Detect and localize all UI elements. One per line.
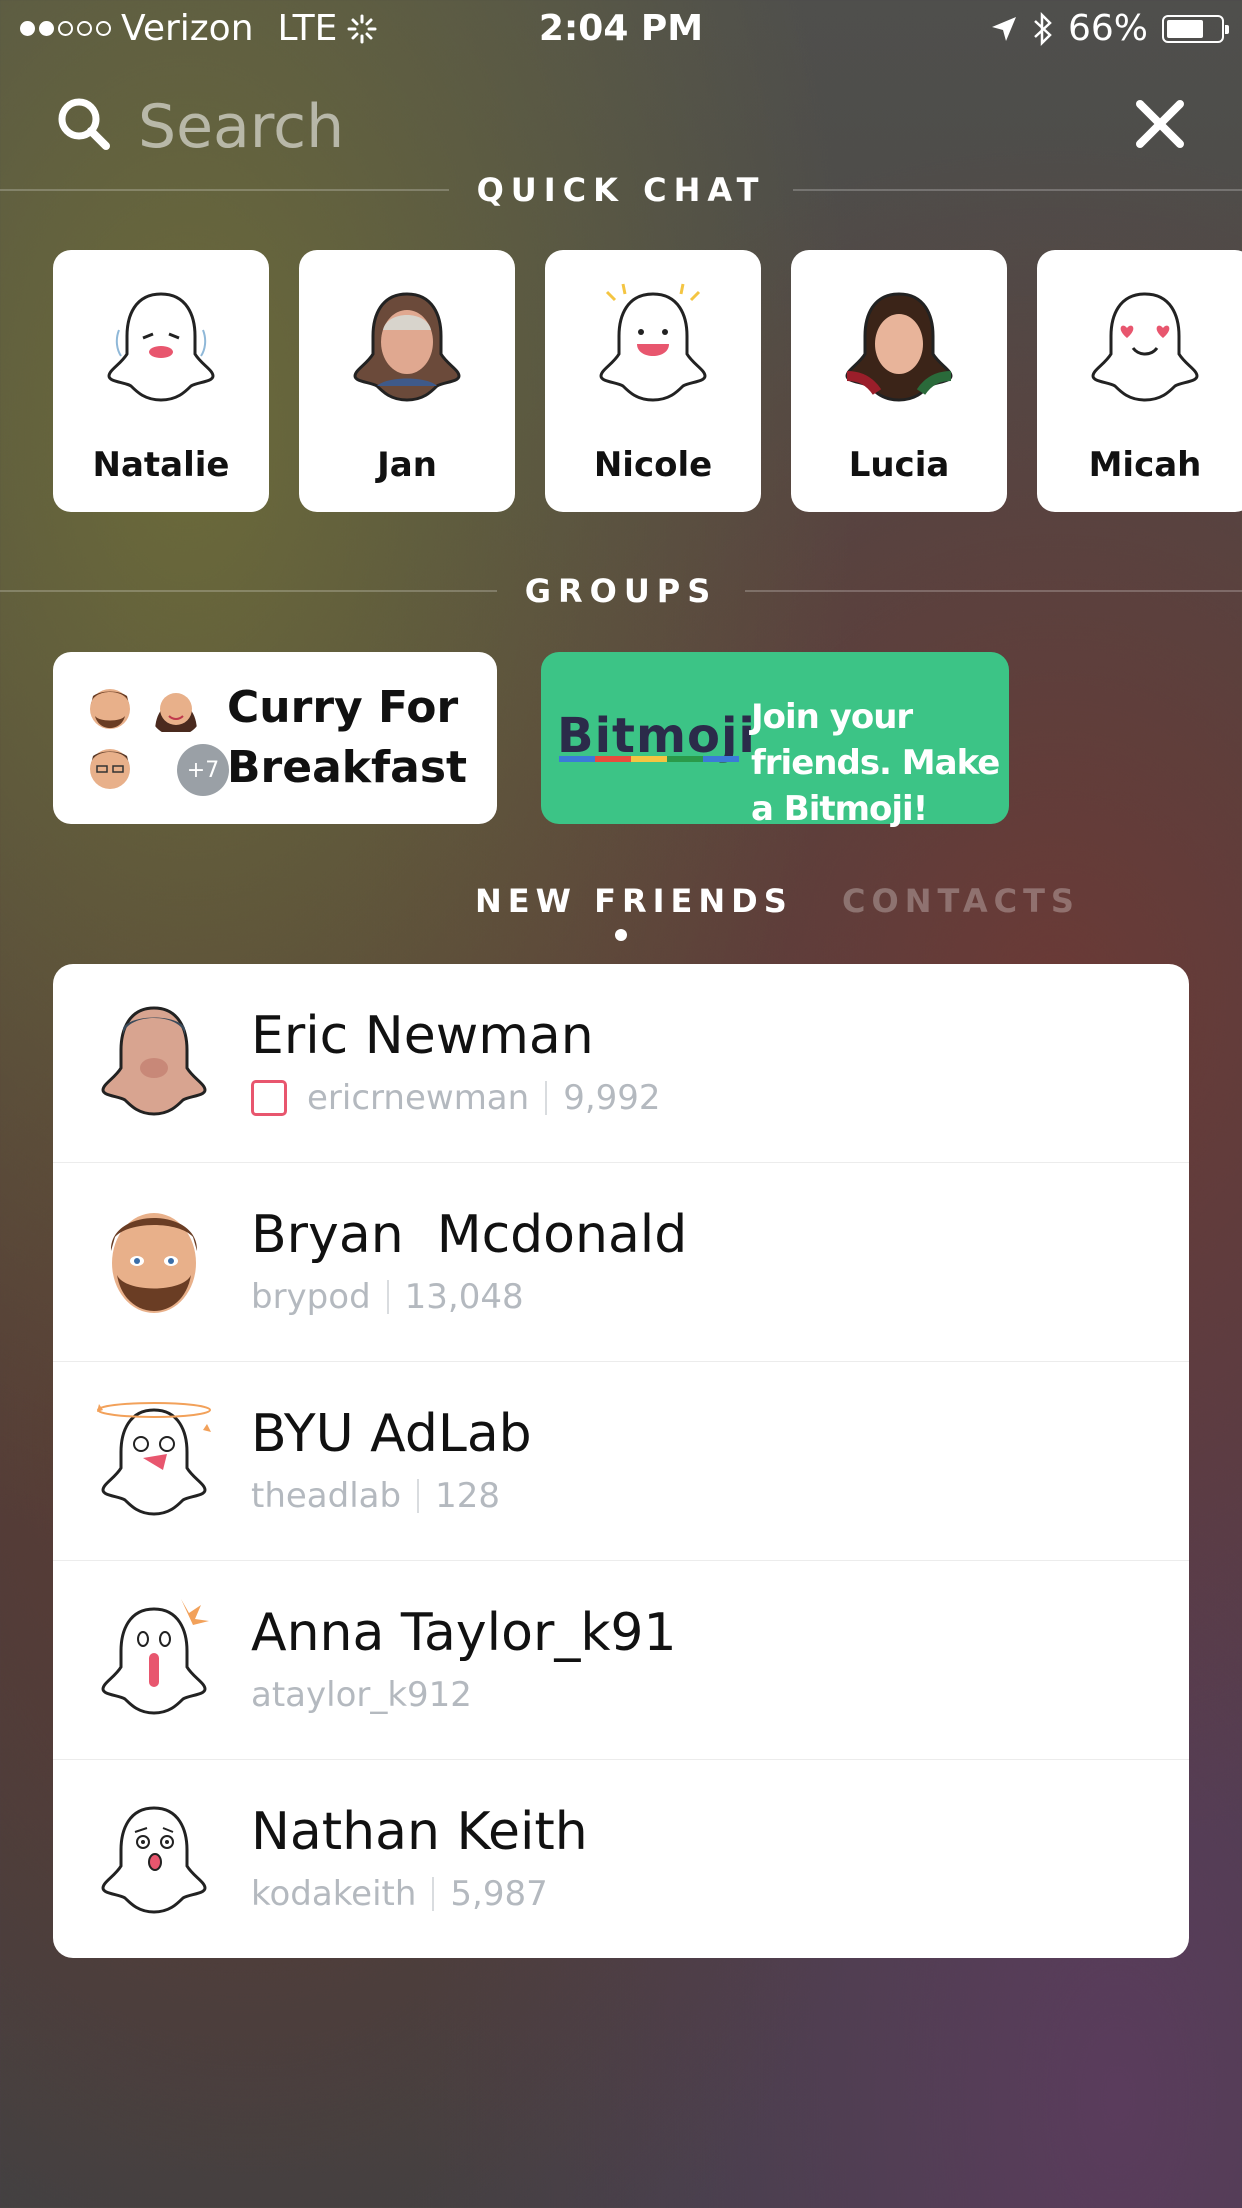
- quick-chat-friend-lucia[interactable]: Lucia: [791, 250, 1007, 512]
- quick-chat-friend-jan[interactable]: Jan: [299, 250, 515, 512]
- snap-status-icon: [251, 1080, 287, 1116]
- extra-members-badge: +7: [177, 744, 229, 796]
- group-card[interactable]: +7 Curry For Breakfast: [53, 652, 497, 824]
- quick-chat-friend-micah[interactable]: Micah: [1037, 250, 1242, 512]
- friend-display-name: Eric Newman: [251, 1006, 594, 1066]
- friend-username: kodakeith: [251, 1874, 417, 1914]
- friend-name: Micah: [1088, 445, 1202, 485]
- search-icon: [58, 98, 110, 150]
- sad-ghost-icon: [107, 292, 215, 402]
- friend-subtitle: ataylor_k912: [251, 1675, 472, 1715]
- face-photo-ghost-icon: [101, 1006, 207, 1116]
- location-arrow-icon: [991, 16, 1016, 41]
- friend-display-name: BYU AdLab: [251, 1404, 532, 1464]
- member-avatar: [90, 689, 130, 729]
- list-item[interactable]: BYU AdLab theadlab 128: [53, 1362, 1189, 1561]
- search-input[interactable]: [136, 86, 1040, 168]
- friend-username: ericrnewman: [307, 1078, 530, 1118]
- dizzy-ghost-icon: [97, 1402, 211, 1516]
- friend-name: Lucia: [848, 445, 950, 485]
- new-friends-list: Eric Newman ericrnewman 9,992 Bryan Mcdo…: [53, 964, 1189, 1958]
- friend-username: brypod: [251, 1277, 371, 1317]
- worried-ghost-icon: [101, 1806, 207, 1914]
- friend-username: ataylor_k912: [251, 1675, 472, 1715]
- list-item[interactable]: Eric Newman ericrnewman 9,992: [53, 964, 1189, 1163]
- active-tab-indicator: [615, 929, 627, 941]
- friend-display-name: Anna Taylor_k91: [251, 1603, 677, 1663]
- friend-name: Natalie: [92, 445, 230, 485]
- heart-eyes-ghost-icon: [1091, 292, 1199, 402]
- friend-display-name: Nathan Keith: [251, 1802, 588, 1862]
- quick-chat-friend-natalie[interactable]: Natalie: [53, 250, 269, 512]
- status-right: 66%: [990, 8, 1229, 49]
- happy-ghost-icon: [599, 283, 707, 402]
- close-icon[interactable]: [1130, 94, 1190, 154]
- snap-score: 5,987: [450, 1874, 548, 1914]
- tab-new-friends[interactable]: NEW FRIENDS: [475, 882, 793, 920]
- friend-username: theadlab: [251, 1476, 402, 1516]
- bitmoji-logo-underline: [559, 756, 739, 762]
- groups-title: GROUPS: [524, 572, 718, 610]
- bluetooth-icon: [1034, 11, 1052, 46]
- member-avatar: [90, 749, 130, 789]
- group-name: Curry For Breakfast: [227, 682, 468, 793]
- friend-subtitle: theadlab 128: [251, 1476, 500, 1516]
- snap-score: 13,048: [404, 1277, 524, 1317]
- list-item[interactable]: Anna Taylor_k91 ataylor_k912: [53, 1561, 1189, 1760]
- quick-chat-list: Natalie Jan Nicole Lucia Micah: [53, 250, 1242, 512]
- friend-name: Nicole: [593, 445, 713, 485]
- quick-chat-header: QUICK CHAT: [0, 165, 1242, 215]
- face-photo-ghost-icon: [845, 292, 953, 402]
- battery-icon: [1162, 14, 1229, 43]
- friend-subtitle: ericrnewman 9,992: [251, 1078, 661, 1118]
- bitmoji-avatar-icon: [110, 1213, 198, 1313]
- list-item[interactable]: Nathan Keith kodakeith 5,987: [53, 1760, 1189, 1958]
- tab-contacts[interactable]: CONTACTS: [842, 882, 1080, 920]
- status-bar: Verizon LTE 2:04 PM 66%: [0, 0, 1242, 62]
- quick-chat-title: QUICK CHAT: [476, 171, 766, 209]
- list-item[interactable]: Bryan Mcdonald brypod 13,048: [53, 1163, 1189, 1362]
- snap-score: 128: [435, 1476, 500, 1516]
- member-avatar: [155, 693, 197, 732]
- snap-score: 9,992: [563, 1078, 661, 1118]
- battery-percentage: 66%: [1067, 8, 1148, 49]
- shocked-ghost-icon: [101, 1599, 209, 1715]
- bitmoji-promo-card[interactable]: Bitmoji Join your friends. Make a Bitmoj…: [541, 652, 1009, 829]
- groups-header: GROUPS: [0, 566, 1242, 616]
- face-photo-ghost-icon: [353, 292, 461, 402]
- friend-display-name: Bryan Mcdonald: [251, 1205, 688, 1265]
- friend-name: Jan: [377, 445, 437, 485]
- friend-subtitle: brypod 13,048: [251, 1277, 524, 1317]
- quick-chat-friend-nicole[interactable]: Nicole: [545, 250, 761, 512]
- bitmoji-promo-text: Join your friends. Make a Bitmoji!: [751, 697, 1000, 829]
- friend-subtitle: kodakeith 5,987: [251, 1874, 548, 1914]
